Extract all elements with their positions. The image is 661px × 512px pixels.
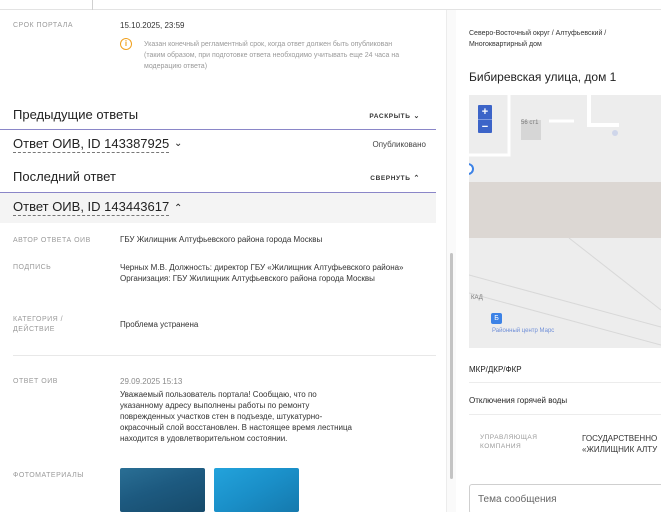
deadline-value: 15.10.2025, 23:59 — [120, 21, 185, 30]
expand-previous-label: РАСКРЫТЬ — [369, 113, 411, 120]
map-zoom-control: + − — [478, 105, 492, 133]
management-company-value-line-2: «ЖИЛИЩНИК АЛТУ — [582, 445, 658, 454]
signature-label: ПОДПИСЬ — [13, 264, 52, 271]
left-panel-scrollbar[interactable] — [446, 10, 456, 512]
map-road-label: КАД — [471, 295, 483, 301]
management-company-value-line-1: ГОСУДАРСТВЕННО — [582, 434, 658, 443]
expand-previous-button[interactable]: РАСКРЫТЬ ⌄ — [369, 112, 420, 120]
category-label-line-1: КАТЕГОРИЯ / — [13, 316, 64, 323]
scrollbar-thumb[interactable] — [450, 253, 453, 479]
management-company-label: УПРАВЛЯЮЩАЯ КОМПАНИЯ — [480, 433, 537, 451]
previous-answers-header: Предыдущие ответы РАСКРЫТЬ ⌄ — [0, 101, 436, 129]
category-label: КАТЕГОРИЯ / ДЕЙСТВИЕ — [13, 315, 63, 335]
oiv-answer-text: Уважаемый пользователь портала! Сообщаю,… — [120, 390, 352, 443]
deadline-label: СРОК ПОРТАЛА — [13, 22, 73, 29]
previous-answer-row[interactable]: Ответ ОИВ, ID 143387925 ⌄ Опубликовано — [0, 130, 436, 160]
left-panel: СРОК ПОРТАЛА 15.10.2025, 23:59 i Указан … — [0, 10, 446, 512]
management-company-label-line-2: КОМПАНИЯ — [480, 443, 522, 450]
map-canvas — [469, 95, 661, 348]
hot-water-link[interactable]: Отключения горячей воды — [469, 396, 567, 405]
side-separator-2 — [469, 414, 661, 415]
object-address: Бибиревская улица, дом 1 — [469, 70, 617, 84]
signature-value: Черных М.В. Должность: директор ГБУ «Жил… — [120, 263, 404, 283]
top-tick — [92, 0, 93, 10]
zoom-in-button[interactable]: + — [478, 105, 492, 119]
photo-thumbnail-1[interactable] — [120, 468, 205, 512]
oiv-answer-date: 29.09.2025 15:13 — [120, 377, 183, 386]
map-poi-label: Районный центр Марс — [492, 328, 555, 334]
right-panel: Северо-Восточный округ / Алтуфьевский / … — [456, 10, 661, 512]
message-subject-input[interactable] — [469, 484, 661, 512]
photo-thumbnail-2[interactable] — [214, 468, 299, 512]
last-answer-header: Последний ответ СВЕРНУТЬ ⌃ — [0, 163, 436, 191]
bus-stop-icon[interactable]: Б — [491, 313, 502, 324]
collapse-last-label: СВЕРНУТЬ — [370, 175, 411, 182]
details-divider — [13, 355, 436, 356]
deadline-warning-text: Указан конечный регламентный срок, когда… — [144, 41, 400, 70]
category-label-line-2: ДЕЙСТВИЕ — [13, 326, 55, 333]
management-company-label-line-1: УПРАВЛЯЮЩАЯ — [480, 434, 538, 441]
mkr-link[interactable]: МКР/ДКР/ФКР — [469, 365, 522, 374]
author-label: АВТОР ОТВЕТА ОИВ — [13, 237, 91, 244]
top-border — [0, 0, 661, 10]
last-answer-id-title[interactable]: Ответ ОИВ, ID 143443617 — [13, 199, 170, 216]
collapse-last-button[interactable]: СВЕРНУТЬ ⌃ — [370, 174, 420, 182]
category-value: Проблема устранена — [120, 320, 199, 329]
map-building-label: 56 ст1 — [521, 120, 539, 126]
last-answer-title: Последний ответ — [13, 169, 116, 184]
previous-answers-title: Предыдущие ответы — [13, 107, 139, 122]
location-breadcrumb: Северо-Восточный округ / Алтуфьевский / … — [469, 30, 607, 48]
chevron-down-icon: ⌄ — [174, 138, 183, 149]
oiv-answer-label: ОТВЕТ ОИВ — [13, 378, 58, 385]
object-map[interactable]: + − 56 ст1 КАД Б Районный центр Марс — [469, 95, 661, 348]
map-road-band — [469, 182, 661, 238]
management-company-value: ГОСУДАРСТВЕННО «ЖИЛИЩНИК АЛТУ — [582, 433, 661, 455]
author-value: ГБУ Жилищник Алтуфьевского района города… — [120, 235, 323, 244]
map-poi-dot — [612, 130, 618, 136]
previous-answer-status: Опубликовано — [372, 140, 426, 149]
chevron-up-icon: ⌃ — [413, 175, 420, 182]
side-separator-1 — [469, 382, 661, 383]
chevron-up-icon: ⌃ — [174, 203, 183, 214]
info-icon: i — [120, 38, 132, 50]
photos-label: ФОТОМАТЕРИАЛЫ — [13, 472, 84, 479]
last-answer-row[interactable]: Ответ ОИВ, ID 143443617 ⌃ — [0, 193, 436, 223]
zoom-out-button[interactable]: − — [478, 119, 492, 133]
chevron-down-icon: ⌄ — [413, 113, 420, 120]
previous-answer-title[interactable]: Ответ ОИВ, ID 143387925 — [13, 136, 170, 153]
